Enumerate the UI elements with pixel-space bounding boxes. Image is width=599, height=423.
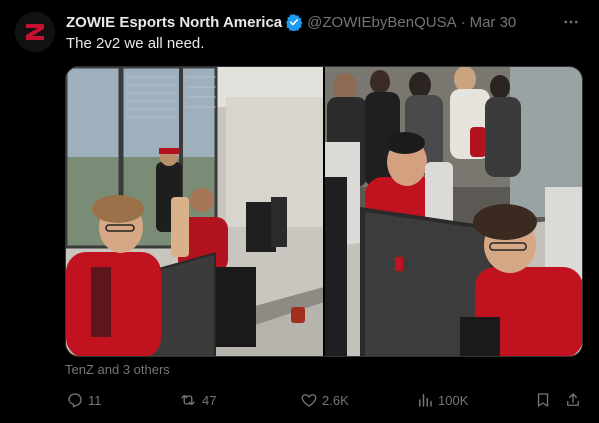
repost-icon [178, 391, 198, 409]
repost-count: 47 [202, 392, 217, 408]
avatar[interactable] [15, 12, 55, 52]
author-handle[interactable]: @ZOWIEbyBenQUSA [307, 14, 456, 31]
share-icon [564, 391, 582, 409]
tweet-date[interactable]: Mar 30 [470, 14, 517, 31]
more-icon[interactable] [561, 12, 581, 32]
share-button[interactable] [564, 388, 582, 412]
author-name[interactable]: ZOWIE Esports North America [66, 14, 282, 31]
bookmark-icon [534, 391, 552, 409]
reply-count: 11 [88, 392, 102, 408]
views-button[interactable]: 100K [416, 388, 468, 412]
photo-office[interactable] [66, 67, 323, 356]
photo-crowd[interactable] [325, 67, 582, 356]
views-count: 100K [438, 392, 469, 408]
bookmark-button[interactable] [534, 388, 552, 412]
like-icon [300, 391, 318, 409]
tweet-card[interactable]: ZOWIE Esports North America @ZOWIEbyBenQ… [0, 0, 599, 423]
verified-badge-icon[interactable] [285, 13, 303, 31]
like-count: 2.6K [322, 392, 349, 408]
separator-dot: · [460, 13, 466, 31]
reply-button[interactable]: 11 [66, 388, 102, 412]
action-bar: 11 47 2.6K 100K [60, 388, 590, 412]
reply-icon [66, 391, 84, 409]
media-grid [65, 66, 583, 357]
repost-button[interactable]: 47 [178, 388, 216, 412]
zowie-logo-icon [15, 12, 55, 52]
tweet-header: ZOWIE Esports North America @ZOWIEbyBenQ… [66, 12, 587, 32]
tweet-text: The 2v2 we all need. [66, 35, 205, 52]
tagged-users[interactable]: TenZ and 3 others [65, 362, 170, 377]
views-icon [416, 391, 434, 409]
like-button[interactable]: 2.6K [300, 388, 349, 412]
